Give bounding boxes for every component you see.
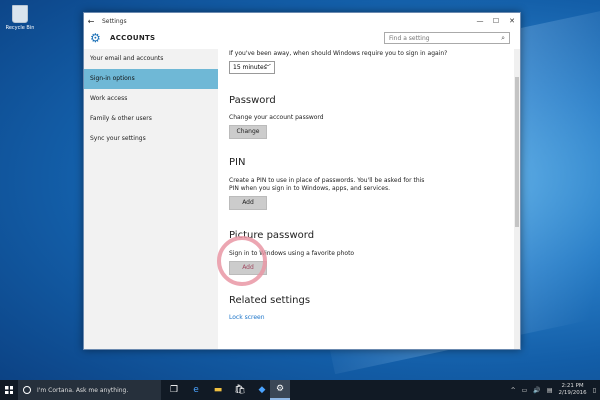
- main-content: If you've been away, when should Windows…: [218, 49, 514, 349]
- sidebar-item-sign-in-options[interactable]: Sign-in options: [84, 69, 218, 89]
- change-password-button[interactable]: Change: [229, 125, 267, 139]
- require-signin-question: If you've been away, when should Windows…: [229, 50, 448, 57]
- search-icon[interactable]: ⌕: [501, 34, 505, 43]
- scrollbar[interactable]: [514, 49, 520, 349]
- dropbox-icon[interactable]: ◆: [252, 380, 272, 400]
- cortana-icon: [23, 386, 31, 394]
- password-heading: Password: [229, 95, 276, 106]
- volume-icon[interactable]: 🔊: [533, 387, 540, 394]
- close-icon[interactable]: ✕: [504, 13, 520, 29]
- sidebar-item-family-users[interactable]: Family & other users: [84, 109, 218, 129]
- page-header: ⚙ ACCOUNTS ⌕: [84, 29, 520, 49]
- pin-heading: PIN: [229, 157, 246, 168]
- related-settings-heading: Related settings: [229, 295, 311, 306]
- back-arrow-icon[interactable]: ←: [84, 17, 98, 26]
- sidebar-item-work-access[interactable]: Work access: [84, 89, 218, 109]
- chevron-down-icon: ﹀: [264, 64, 271, 71]
- gear-icon: ⚙: [90, 31, 101, 45]
- pin-description-line2: PIN when you sign in to Windows, apps, a…: [229, 185, 390, 192]
- clock[interactable]: 2:21 PM 2/19/2016: [558, 383, 586, 397]
- window-title: Settings: [102, 17, 127, 25]
- sidebar: Your email and accounts Sign-in options …: [84, 49, 218, 349]
- window-controls: — ☐ ✕: [472, 13, 520, 29]
- page-title: ACCOUNTS: [110, 34, 156, 42]
- system-tray: ^ ▭ 🔊 ▤ 2:21 PM 2/19/2016 ▯: [505, 380, 596, 400]
- pin-description-line1: Create a PIN to use in place of password…: [229, 177, 425, 184]
- edge-icon[interactable]: e: [186, 380, 206, 400]
- clock-time: 2:21 PM: [561, 383, 584, 389]
- sidebar-item-email-accounts[interactable]: Your email and accounts: [84, 49, 218, 69]
- maximize-icon[interactable]: ☐: [488, 13, 504, 29]
- add-pin-button[interactable]: Add: [229, 196, 267, 210]
- windows-logo-icon: [5, 386, 13, 394]
- network-icon[interactable]: ▭: [522, 387, 528, 394]
- clock-date: 2/19/2016: [558, 390, 587, 396]
- settings-window: ← Settings — ☐ ✕ ⚙ ACCOUNTS ⌕ Your email…: [83, 12, 521, 350]
- store-icon[interactable]: 🛍: [230, 380, 250, 400]
- minimize-icon[interactable]: —: [472, 13, 488, 29]
- start-button[interactable]: [0, 380, 18, 400]
- recycle-bin-label: Recycle Bin: [5, 25, 35, 31]
- password-description: Change your account password: [229, 114, 324, 121]
- task-view-icon[interactable]: ❐: [164, 380, 184, 400]
- search-box[interactable]: ⌕: [384, 32, 510, 44]
- message-icon[interactable]: ▤: [547, 387, 553, 394]
- sidebar-item-sync-settings[interactable]: Sync your settings: [84, 129, 218, 149]
- require-signin-dropdown[interactable]: 15 minutes ﹀: [229, 61, 275, 74]
- notifications-icon[interactable]: ▯: [593, 387, 596, 394]
- search-input[interactable]: [389, 34, 489, 42]
- chevron-up-icon[interactable]: ^: [511, 387, 516, 394]
- title-bar: ← Settings — ☐ ✕: [84, 13, 520, 29]
- scrollbar-thumb[interactable]: [515, 77, 519, 227]
- recycle-bin-icon[interactable]: [12, 5, 28, 23]
- file-explorer-icon[interactable]: ▬: [208, 380, 228, 400]
- settings-icon[interactable]: ⚙: [270, 380, 290, 400]
- cortana-search-box[interactable]: I'm Cortana. Ask me anything.: [18, 380, 161, 400]
- require-signin-value: 15 minutes: [233, 64, 267, 71]
- cortana-placeholder: I'm Cortana. Ask me anything.: [37, 386, 129, 394]
- recycle-bin[interactable]: Recycle Bin: [5, 5, 35, 31]
- taskbar: I'm Cortana. Ask me anything. ❐ e ▬ 🛍 ◆ …: [0, 380, 600, 400]
- highlight-ring: [217, 236, 267, 286]
- lock-screen-link[interactable]: Lock screen: [229, 314, 265, 321]
